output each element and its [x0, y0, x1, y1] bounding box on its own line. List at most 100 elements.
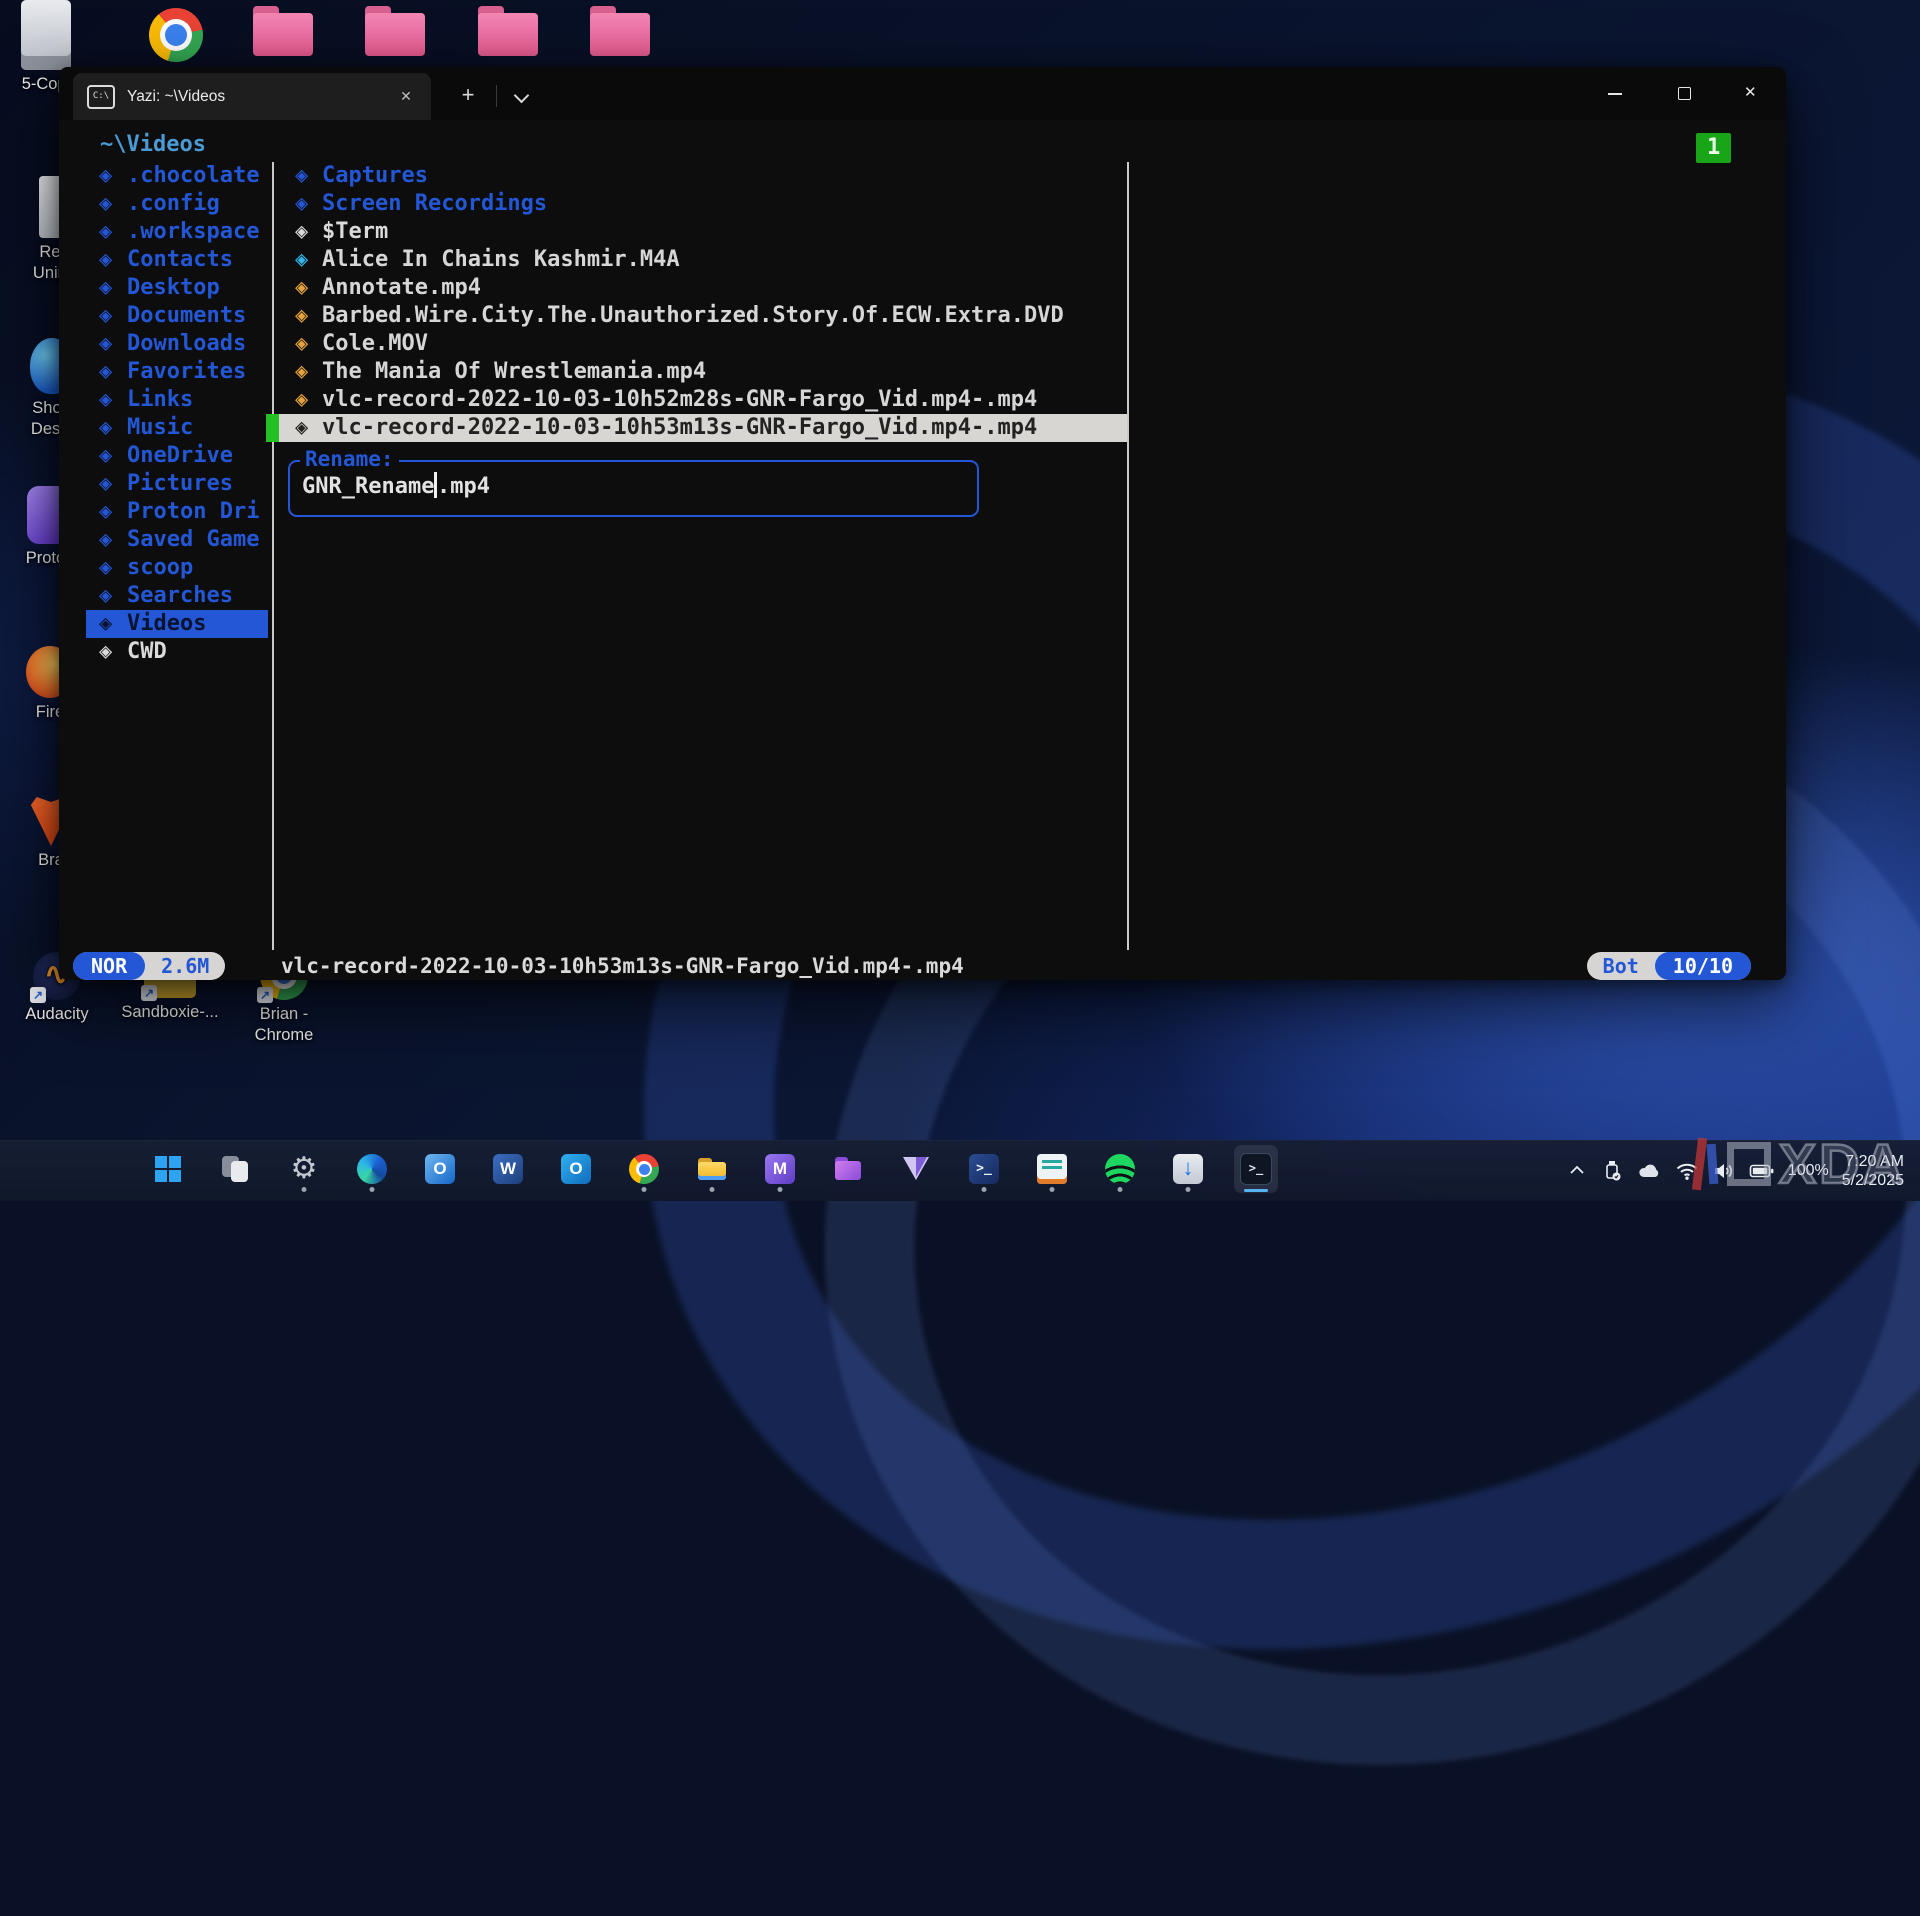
entry-name: OneDrive [127, 443, 233, 468]
entry-diamond-icon [99, 330, 112, 358]
minimize-button[interactable] [1592, 73, 1638, 114]
desktop-icon-pink-folder[interactable] [364, 6, 426, 58]
word-icon[interactable] [486, 1145, 530, 1193]
tab-dropdown-chevron-icon[interactable] [507, 84, 537, 108]
directory-list-item[interactable]: Videos [86, 610, 268, 638]
entry-diamond-icon [99, 246, 112, 274]
yazi-file-manager: ~\Videos 1 .chocolate .config .workspace [59, 120, 1786, 980]
file-list-item[interactable]: Barbed.Wire.City.The.Unauthorized.Story.… [266, 302, 1127, 330]
file-explorer-icon[interactable] [690, 1145, 734, 1193]
windows-terminal-icon[interactable] [1234, 1145, 1278, 1193]
download-manager-icon[interactable] [1166, 1145, 1210, 1193]
maximize-button[interactable] [1661, 73, 1707, 114]
entry-diamond-icon [99, 610, 112, 638]
rename-text-before-cursor: GNR_Rename [302, 474, 434, 499]
directory-list-item[interactable]: Saved Game [86, 526, 268, 554]
entry-name: Downloads [127, 331, 246, 356]
notepad-icon[interactable] [1030, 1145, 1074, 1193]
entry-diamond-icon [295, 162, 308, 190]
directory-list-item[interactable]: Documents [86, 302, 268, 330]
settings-icon[interactable] [282, 1145, 326, 1193]
pane-divider [1127, 162, 1129, 950]
terminal-tab[interactable]: C:\ Yazi: ~\Videos ✕ [73, 73, 431, 120]
directory-list-item[interactable]: Links [86, 386, 268, 414]
directory-list-item[interactable]: Music [86, 414, 268, 442]
entry-name: vlc-record-2022-10-03-10h52m28s-GNR-Farg… [322, 387, 1037, 412]
file-list-item[interactable]: The Mania Of Wrestlemania.mp4 [266, 358, 1127, 386]
new-tab-button[interactable]: + [451, 79, 485, 113]
wifi-icon[interactable] [1675, 1160, 1699, 1182]
rename-input[interactable]: GNR_Rename.mp4 [302, 462, 490, 511]
directory-list-item[interactable]: Desktop [86, 274, 268, 302]
outlook-icon[interactable] [554, 1145, 598, 1193]
proton-drive-icon[interactable] [826, 1145, 870, 1193]
directory-list-item[interactable]: Favorites [86, 358, 268, 386]
close-button[interactable] [1729, 73, 1775, 114]
proton-vpn-icon[interactable] [894, 1145, 938, 1193]
desktop-icon-label: Sandboxie-... [112, 1002, 228, 1023]
entry-diamond-icon [99, 554, 112, 582]
entry-name: Saved Game [127, 527, 259, 552]
entry-name: Barbed.Wire.City.The.Unauthorized.Story.… [322, 303, 1064, 328]
edge-icon[interactable] [350, 1145, 394, 1193]
powershell-icon[interactable] [962, 1145, 1006, 1193]
entry-diamond-icon [295, 414, 308, 442]
volume-icon[interactable] [1712, 1160, 1736, 1182]
onedrive-cloud-icon[interactable] [1636, 1160, 1662, 1182]
directory-list-item[interactable]: .config [86, 190, 268, 218]
battery-icon[interactable] [1749, 1160, 1775, 1182]
taskbar-clock[interactable]: 7:20 AM 5/2/2025 [1842, 1152, 1904, 1190]
proton-mail-icon[interactable] [758, 1145, 802, 1193]
start-icon[interactable] [146, 1145, 190, 1193]
entry-diamond-icon [99, 526, 112, 554]
entry-diamond-icon [99, 470, 112, 498]
directory-list-item[interactable]: Contacts [86, 246, 268, 274]
file-list-item[interactable]: Screen Recordings [266, 190, 1127, 218]
file-list-item[interactable]: Cole.MOV [266, 330, 1127, 358]
onenote-icon[interactable] [418, 1145, 462, 1193]
spotify-icon[interactable] [1098, 1145, 1142, 1193]
tab-close-icon[interactable]: ✕ [395, 88, 417, 105]
clock-date: 5/2/2025 [1842, 1171, 1904, 1190]
folder-icon [365, 6, 425, 58]
rename-dialog: Rename: GNR_Rename.mp4 [288, 460, 979, 517]
entry-diamond-icon [99, 302, 112, 330]
directory-list-item[interactable]: OneDrive [86, 442, 268, 470]
file-list-item[interactable]: Captures [266, 162, 1127, 190]
current-directory-pane: Captures Screen Recordings $Term Alice I… [266, 162, 1127, 442]
entry-diamond-icon [295, 274, 308, 302]
directory-list-item[interactable]: Pictures [86, 470, 268, 498]
file-list-item[interactable]: Annotate.mp4 [266, 274, 1127, 302]
entry-name: .workspace [127, 219, 259, 244]
entry-diamond-icon [99, 274, 112, 302]
chrome-icon[interactable] [622, 1145, 666, 1193]
entry-diamond-icon [99, 442, 112, 470]
directory-list-item[interactable]: .workspace [86, 218, 268, 246]
safely-remove-hardware-icon[interactable] [1601, 1159, 1623, 1183]
window-titlebar[interactable]: C:\ Yazi: ~\Videos ✕ + [59, 67, 1786, 120]
desktop-icon-chrome[interactable] [146, 8, 206, 62]
desktop-icon-pink-folder[interactable] [252, 6, 314, 58]
entry-diamond-icon [99, 386, 112, 414]
task-view-icon[interactable] [214, 1145, 258, 1193]
desktop-icon-pink-folder[interactable] [477, 6, 539, 58]
chrome-icon [149, 8, 203, 62]
directory-list-item[interactable]: .chocolate [86, 162, 268, 190]
file-list-item[interactable]: $Term [266, 218, 1127, 246]
entry-name: CWD [127, 639, 167, 664]
current-path: ~\Videos [100, 132, 206, 157]
file-list-item[interactable]: Alice In Chains Kashmir.M4A [266, 246, 1127, 274]
directory-list-item[interactable]: Proton Dri [86, 498, 268, 526]
directory-list-item[interactable]: Downloads [86, 330, 268, 358]
file-list-item[interactable]: vlc-record-2022-10-03-10h52m28s-GNR-Farg… [266, 386, 1127, 414]
directory-list-item[interactable]: scoop [86, 554, 268, 582]
directory-list-item[interactable]: Searches [86, 582, 268, 610]
entry-name: Screen Recordings [322, 191, 547, 216]
entry-diamond-icon [295, 190, 308, 218]
file-list-item[interactable]: vlc-record-2022-10-03-10h53m13s-GNR-Farg… [266, 414, 1127, 442]
file-size: 2.6M [145, 952, 225, 980]
desktop-icon-pink-folder[interactable] [589, 6, 651, 58]
tray-overflow-chevron-icon[interactable] [1566, 1160, 1588, 1182]
directory-list-item[interactable]: CWD [86, 638, 268, 666]
entry-name: Alice In Chains Kashmir.M4A [322, 247, 680, 272]
